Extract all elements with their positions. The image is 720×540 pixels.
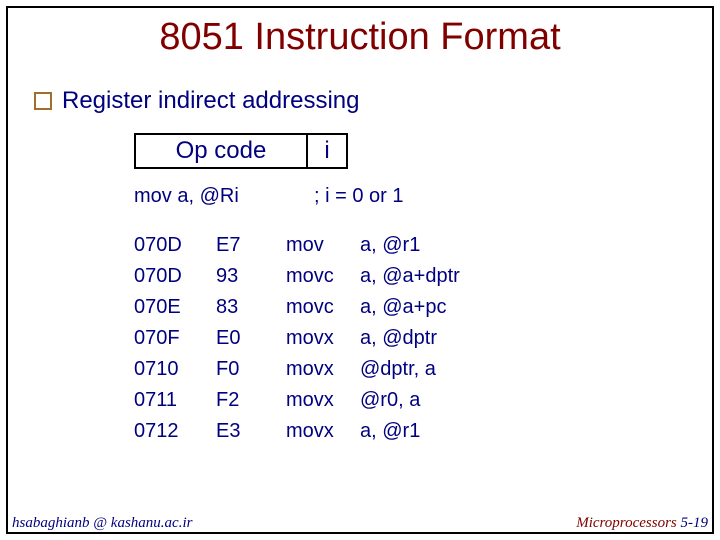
cell-addr: 0710	[134, 354, 216, 385]
cell-operands: a, @a+dptr	[360, 261, 460, 292]
cell-addr: 070D	[134, 261, 216, 292]
bullet-row: Register indirect addressing	[34, 87, 686, 115]
cell-operands: a, @a+pc	[360, 292, 446, 323]
footer: hsabaghianb @ kashanu.ac.ir Microprocess…	[12, 515, 708, 532]
cell-hex: 83	[216, 292, 286, 323]
cell-hex: E7	[216, 230, 286, 261]
cell-operands: @r0, a	[360, 385, 420, 416]
footer-course-label: Microprocessors	[576, 515, 677, 531]
bullet-text: Register indirect addressing	[62, 87, 359, 115]
cell-operands: a, @r1	[360, 230, 420, 261]
cell-mnemonic: movx	[286, 385, 360, 416]
table-row: 0711 F2 movx @r0, a	[134, 385, 686, 416]
cell-operands: a, @dptr	[360, 323, 437, 354]
bullet-icon	[34, 92, 52, 110]
table-row: 070D E7 mov a, @r1	[134, 230, 686, 261]
cell-hex: F0	[216, 354, 286, 385]
opcode-cell: Op code	[134, 133, 308, 169]
footer-course: Microprocessors 5-19	[576, 515, 708, 532]
cell-hex: E0	[216, 323, 286, 354]
page-title: 8051 Instruction Format	[34, 16, 686, 59]
cell-mnemonic: movx	[286, 323, 360, 354]
cell-addr: 070F	[134, 323, 216, 354]
cell-operands: a, @r1	[360, 416, 420, 447]
cell-addr: 070D	[134, 230, 216, 261]
cell-operands: @dptr, a	[360, 354, 436, 385]
slide: 8051 Instruction Format Register indirec…	[0, 0, 720, 540]
footer-page: 5-19	[681, 515, 709, 531]
example-rhs: ; i = 0 or 1	[314, 185, 404, 208]
table-row: 070E 83 movc a, @a+pc	[134, 292, 686, 323]
table-row: 070F E0 movx a, @dptr	[134, 323, 686, 354]
example-line: mov a, @Ri ; i = 0 or 1	[134, 185, 686, 208]
cell-addr: 0712	[134, 416, 216, 447]
cell-mnemonic: movx	[286, 354, 360, 385]
footer-author: hsabaghianb @ kashanu.ac.ir	[12, 515, 192, 532]
cell-mnemonic: movx	[286, 416, 360, 447]
cell-hex: E3	[216, 416, 286, 447]
cell-mnemonic: mov	[286, 230, 360, 261]
ibit-cell: i	[308, 133, 348, 169]
table-row: 070D 93 movc a, @a+dptr	[134, 261, 686, 292]
cell-mnemonic: movc	[286, 261, 360, 292]
table-row: 0710 F0 movx @dptr, a	[134, 354, 686, 385]
format-diagram: Op code i	[134, 133, 686, 169]
table-row: 0712 E3 movx a, @r1	[134, 416, 686, 447]
cell-addr: 070E	[134, 292, 216, 323]
cell-hex: 93	[216, 261, 286, 292]
instruction-table: 070D E7 mov a, @r1 070D 93 movc a, @a+dp…	[134, 230, 686, 447]
cell-addr: 0711	[134, 385, 216, 416]
example-lhs: mov a, @Ri	[134, 185, 314, 208]
cell-mnemonic: movc	[286, 292, 360, 323]
cell-hex: F2	[216, 385, 286, 416]
